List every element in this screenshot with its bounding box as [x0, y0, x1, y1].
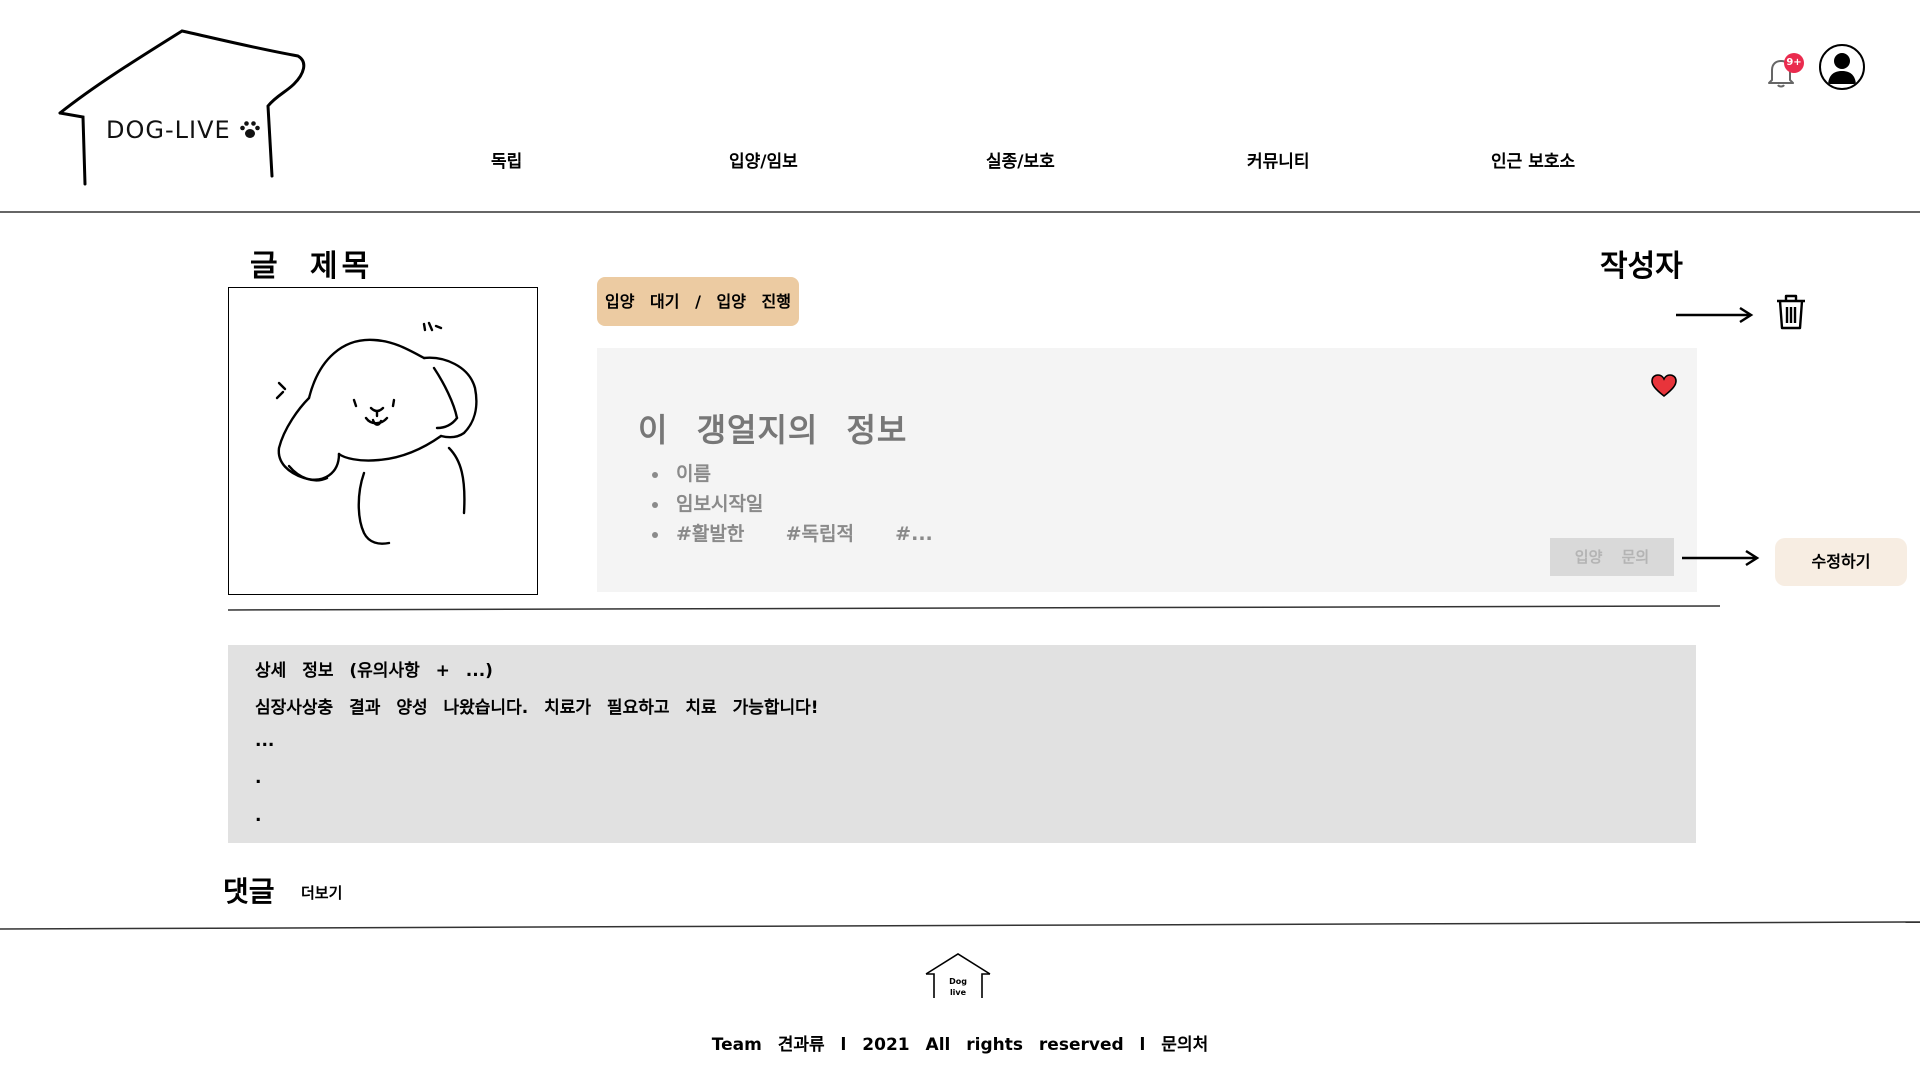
- adoption-inquiry-button[interactable]: 입양 문의: [1550, 538, 1674, 576]
- detail-heading: 상세 정보 (유의사항 + ...): [255, 661, 493, 681]
- post-title: 글 제목: [250, 249, 374, 284]
- notification-badge: 9+: [1784, 53, 1804, 73]
- info-item-label: 이름: [676, 463, 711, 485]
- info-heading: 이 갱얼지의 정보: [638, 411, 908, 449]
- post-author: 작성자: [1600, 249, 1683, 284]
- nav-nearby-shelter[interactable]: 인근 보호소: [1491, 147, 1575, 172]
- comments-more-link[interactable]: 더보기: [301, 882, 342, 903]
- logo-label: DOG-LIVE: [106, 116, 231, 144]
- header-divider: [0, 211, 1920, 213]
- nav-community[interactable]: 커뮤니티: [1247, 147, 1310, 172]
- comments-heading: 댓글: [223, 875, 275, 908]
- detail-text: .: [255, 768, 262, 788]
- dog-sketch: [275, 321, 478, 545]
- bullet: [652, 501, 658, 508]
- footer-copyright: Team 견과류 l 2021 All rights reserved l 문의…: [711, 1035, 1209, 1055]
- edit-button[interactable]: 수정하기: [1775, 538, 1907, 586]
- nav-independence[interactable]: 독립: [491, 147, 522, 172]
- logo-text: DOG-LIVE: [106, 116, 261, 144]
- user-icon: [1828, 53, 1856, 84]
- paw-icon: [240, 121, 261, 138]
- dog-photo: [228, 287, 538, 595]
- arrow-right-icon: [1676, 306, 1754, 324]
- user-avatar[interactable]: [1819, 44, 1865, 90]
- adoption-status-badge[interactable]: 입양 대기 / 입양 진행: [597, 277, 799, 326]
- detail-text: 심장사상충 결과 양성 나왔습니다. 치료가 필요하고 치료 가능합니다!: [255, 698, 819, 718]
- info-item-label: #활발한 #독립적 #...: [676, 523, 933, 545]
- arrow-right-icon: [1682, 549, 1760, 567]
- footer-logo-line: Dog: [949, 977, 967, 986]
- info-item-name: 이름: [652, 459, 711, 486]
- detail-text: .: [255, 806, 262, 826]
- footer-logo-line: live: [949, 988, 967, 997]
- bullet: [652, 471, 658, 478]
- footer-logo[interactable]: Dog live: [924, 952, 992, 1000]
- section-divider: [228, 605, 1720, 611]
- dog-info-card: [597, 348, 1697, 592]
- nav-adoption[interactable]: 입양/임보: [729, 147, 798, 172]
- bullet: [652, 531, 658, 538]
- trash-icon[interactable]: [1774, 293, 1808, 331]
- footer-divider: [0, 921, 1920, 930]
- info-item-foster-start: 임보시작일: [652, 489, 763, 516]
- heart-icon[interactable]: [1651, 374, 1677, 398]
- nav-missing[interactable]: 실종/보호: [986, 147, 1055, 172]
- info-item-label: 임보시작일: [676, 493, 764, 515]
- logo-house[interactable]: [54, 26, 310, 191]
- footer-logo-text: Dog live: [924, 976, 992, 998]
- detail-text: ...: [255, 731, 275, 751]
- info-item-tags: #활발한 #독립적 #...: [652, 519, 933, 546]
